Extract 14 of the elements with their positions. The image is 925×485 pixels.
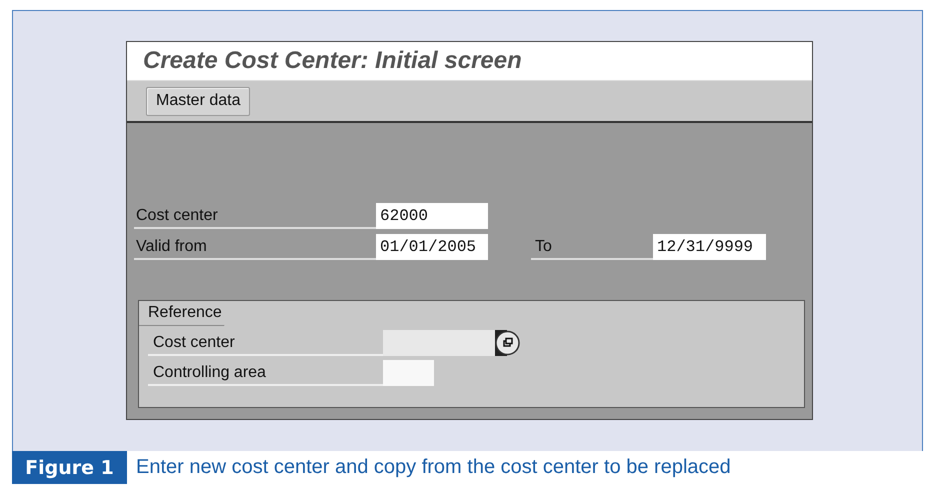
- value-help-icon[interactable]: [495, 330, 520, 356]
- input-field[interactable]: 12/31/9999: [653, 234, 766, 260]
- input-field[interactable]: 62000: [376, 203, 488, 229]
- field-label: Cost center: [148, 330, 383, 356]
- input-field[interactable]: 01/01/2005: [376, 234, 488, 260]
- figure-caption: Enter new cost center and copy from the cost center to be replaced: [135, 456, 731, 479]
- input-field[interactable]: [383, 330, 495, 356]
- input-field[interactable]: [383, 360, 434, 386]
- field-label: Cost center: [134, 203, 376, 229]
- figure-label: Figure 1: [12, 451, 127, 484]
- field-label: Valid from: [134, 234, 376, 260]
- master-data-button[interactable]: Master data: [146, 86, 250, 116]
- field-label: Controlling area: [148, 360, 383, 386]
- window-title: Create Cost Center: Initial screen: [143, 47, 522, 75]
